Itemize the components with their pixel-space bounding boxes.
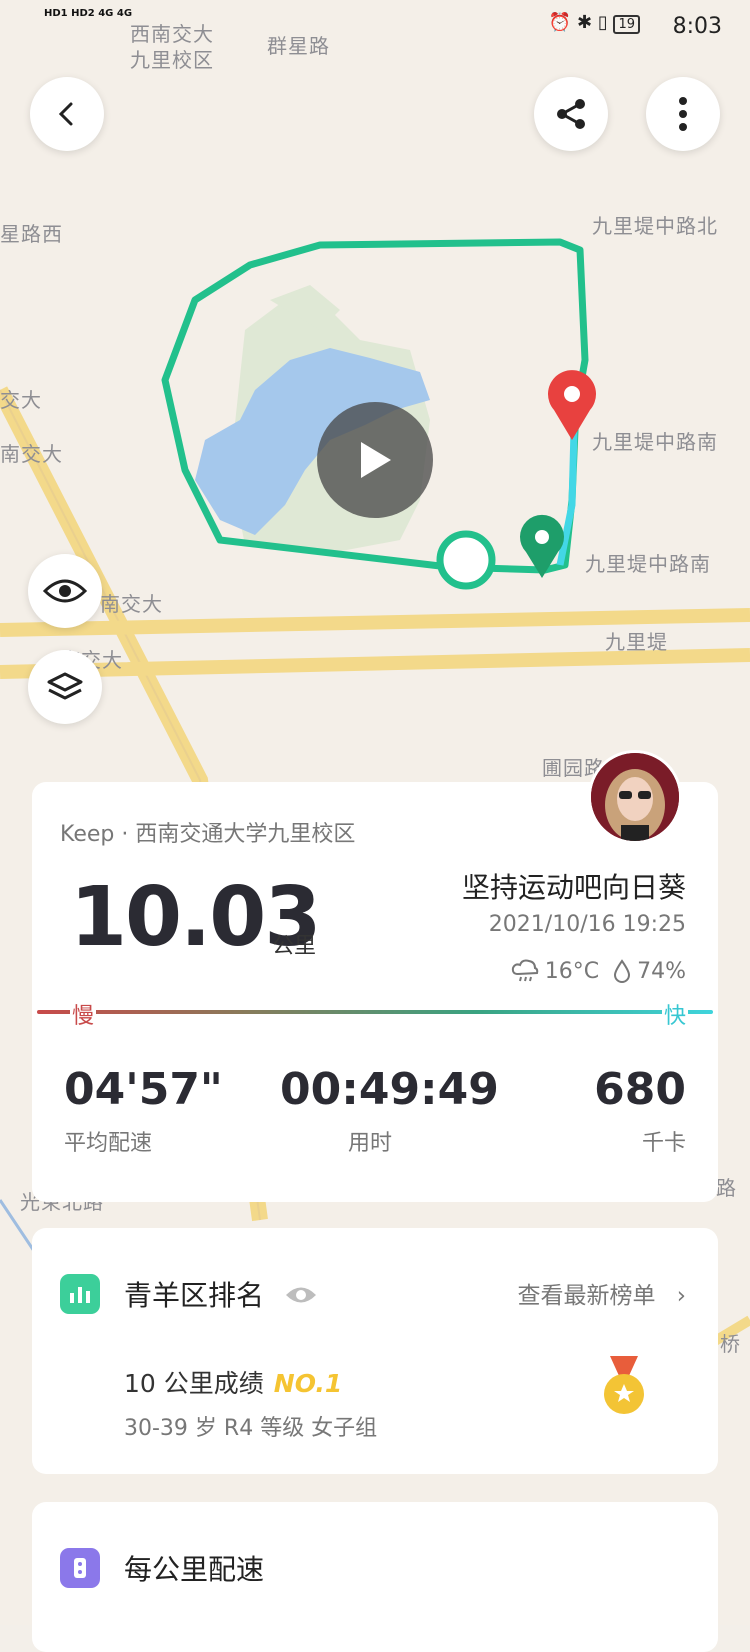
avg-pace-label: 平均配速 [64,1131,153,1156]
layers-button[interactable] [28,650,102,724]
share-icon [557,99,585,129]
map-label: 南交大 [100,592,163,616]
source-location: Keep · 西南交通大学九里校区 [60,822,356,847]
battery-icon: 19 [613,15,640,34]
pace-gradient-bar [37,1010,713,1014]
workout-datetime: 2021/10/16 19:25 [488,912,686,937]
map-label: 交大 [0,388,42,412]
progress-marker [436,530,496,590]
slow-label: 慢 [70,998,97,1030]
result-label: 10 公里成绩 [124,1369,264,1398]
stat-duration: 00:49:49 用时 [280,1064,499,1157]
ranking-chart-icon [60,1274,100,1314]
cloud-rain-icon [511,959,538,982]
alarm-icon: ⏰ [548,12,572,33]
result-line: 10 公里成绩 NO.1 [124,1364,342,1400]
share-button[interactable] [534,77,608,151]
workout-summary-card: Keep · 西南交通大学九里校区 10.03 公里 坚持运动吧向日葵 2021… [32,750,718,1202]
temperature: 16°C [544,958,600,984]
status-time: 8:03 [672,14,722,39]
bluetooth-icon: ✱ [576,12,593,33]
humidity: 74% [637,958,686,984]
view-leaderboard-link[interactable]: 查看最新榜单 › [517,1276,686,1310]
map-label: 南交大 [0,442,63,466]
more-vertical-icon [679,97,687,131]
medal-icon [604,1356,644,1414]
pace-per-km-card[interactable]: 每公里配速 [32,1502,718,1652]
pace-title: 每公里配速 [124,1553,265,1586]
calories-value: 680 [594,1064,686,1115]
view-leaderboard-label: 查看最新榜单 [517,1283,656,1309]
chevron-right-icon: › [676,1283,686,1309]
map-label: 桥 [720,1332,741,1356]
ranking-card[interactable]: 青羊区排名 查看最新榜单 › 10 公里成绩 NO.1 30-39 岁 R4 等级… [32,1228,718,1474]
map-label: 九里堤中路南 [585,552,711,576]
avatar[interactable] [588,750,682,844]
calories-label: 千卡 [641,1131,686,1156]
chevron-left-icon [58,102,73,126]
status-icons: ⏰ ✱ ▯ 19 [549,12,640,34]
avg-pace-value: 04'57" [64,1064,223,1115]
duration-value: 00:49:49 [280,1064,499,1115]
map-label: 九里堤 [605,630,668,654]
fast-label: 快 [661,998,688,1030]
weather-info: 16°C 74% [511,958,686,984]
vibrate-icon: ▯ [597,12,608,33]
map-label: 星路西 [0,222,63,246]
username[interactable]: 坚持运动吧向日葵 [462,866,686,906]
distance-unit: 公里 [272,934,317,959]
humidity-drop-icon [614,959,631,983]
map-label: 九里堤中路北 [592,214,718,238]
more-button[interactable] [646,77,720,151]
rank-category: 30-39 岁 R4 等级 女子组 [124,1416,378,1441]
pace-icon [60,1548,100,1588]
back-button[interactable] [30,77,104,151]
ranking-title: 青羊区排名 [124,1279,265,1312]
duration-label: 用时 [347,1131,392,1156]
rank-badge: NO.1 [273,1369,343,1398]
user-photo [591,753,679,841]
stat-avg-pace: 04'57" 平均配速 [64,1064,223,1157]
eye-icon [43,579,87,603]
play-route-button[interactable] [317,402,433,518]
eye-icon[interactable] [284,1284,318,1306]
status-bar: HD1 HD2 4G 4G ⏰ ✱ ▯ 19 8:03 [0,0,750,50]
stat-calories: 680 千卡 [594,1064,686,1157]
visibility-button[interactable] [28,554,102,628]
layers-icon [47,672,83,700]
signal-indicators: HD1 HD2 4G 4G [44,8,133,19]
play-icon [361,442,391,478]
map-label: 路 [716,1176,737,1200]
map-label: 九里堤中路南 [592,430,718,454]
